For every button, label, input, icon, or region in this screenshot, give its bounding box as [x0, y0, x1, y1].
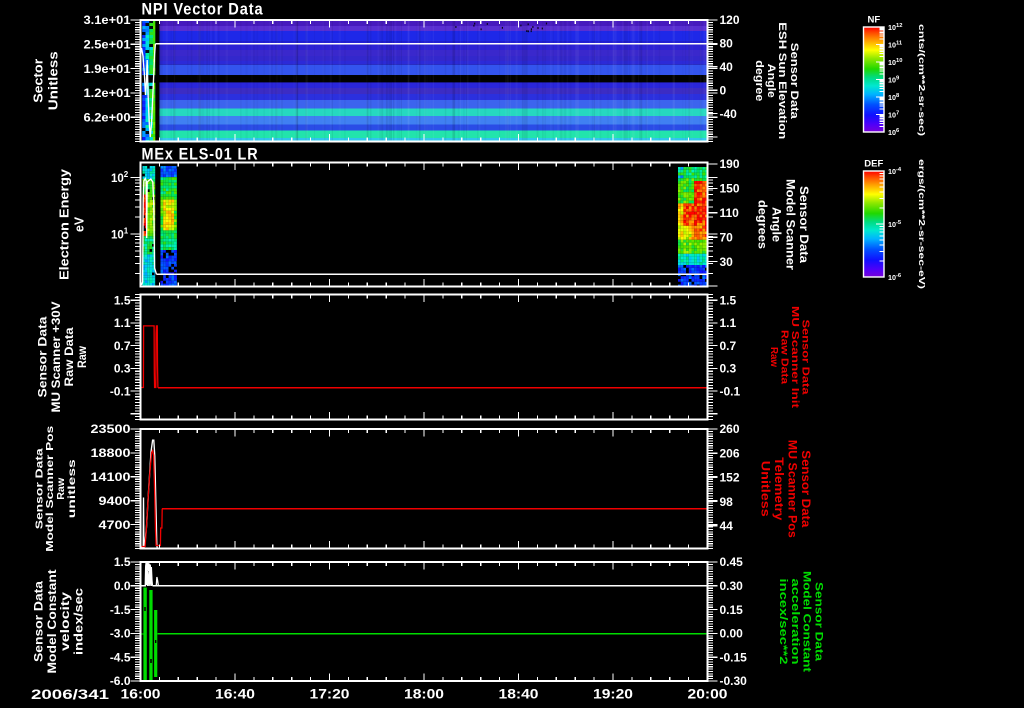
- svg-text:18800: 18800: [91, 446, 131, 460]
- svg-text:Telemetry: Telemetry: [772, 457, 784, 521]
- svg-text:14100: 14100: [91, 470, 131, 484]
- svg-text:2.5e+01: 2.5e+01: [84, 38, 131, 52]
- svg-text:110: 110: [720, 206, 740, 220]
- svg-text:-0.1: -0.1: [720, 384, 741, 398]
- svg-text:0.15: 0.15: [720, 603, 744, 617]
- svg-text:206: 206: [720, 446, 740, 460]
- svg-text:eV: eV: [73, 216, 87, 232]
- svg-text:0: 0: [720, 83, 727, 97]
- svg-text:40: 40: [720, 60, 734, 74]
- svg-text:MU Scanner +30V: MU Scanner +30V: [51, 301, 63, 412]
- svg-text:1.2e+01: 1.2e+01: [84, 86, 131, 100]
- svg-text:Model Scanner: Model Scanner: [783, 179, 795, 271]
- svg-text:260: 260: [720, 422, 740, 436]
- svg-text:1.1: 1.1: [114, 316, 131, 330]
- svg-text:-0.1: -0.1: [110, 384, 131, 398]
- svg-text:Sensor Data: Sensor Data: [788, 43, 800, 120]
- svg-text:-1.5: -1.5: [110, 603, 131, 617]
- svg-text:3.1e+01: 3.1e+01: [84, 13, 131, 27]
- svg-text:Electron Energy: Electron Energy: [58, 169, 72, 280]
- svg-text:1.5: 1.5: [114, 293, 131, 307]
- svg-text:152: 152: [720, 471, 740, 485]
- svg-text:18:00: 18:00: [404, 687, 444, 702]
- svg-text:98: 98: [720, 495, 734, 509]
- svg-text:19:20: 19:20: [593, 687, 633, 702]
- svg-text:1.9e+01: 1.9e+01: [84, 62, 131, 76]
- svg-text:0.30: 0.30: [720, 579, 744, 593]
- svg-text:Angle: Angle: [765, 64, 777, 98]
- svg-text:ergs/(cm**2-sr-sec-eV): ergs/(cm**2-sr-sec-eV): [917, 159, 926, 289]
- svg-text:degrees: degrees: [756, 200, 768, 249]
- svg-text:NF: NF: [867, 15, 880, 26]
- svg-text:6.2e+00: 6.2e+00: [84, 110, 131, 124]
- svg-text:-4.5: -4.5: [110, 650, 131, 664]
- svg-text:incex/sec**2: incex/sec**2: [777, 579, 789, 665]
- svg-text:DEF: DEF: [864, 159, 883, 170]
- svg-text:unitless: unitless: [66, 459, 78, 518]
- svg-text:0.3: 0.3: [720, 362, 737, 376]
- svg-text:acceleration: acceleration: [789, 579, 801, 665]
- svg-text:-3.0: -3.0: [110, 627, 131, 641]
- svg-text:Sensor Data: Sensor Data: [797, 186, 809, 264]
- svg-text:18:40: 18:40: [499, 687, 539, 702]
- svg-text:16:00: 16:00: [121, 687, 161, 702]
- svg-text:80: 80: [720, 37, 734, 51]
- svg-text:1.5: 1.5: [114, 555, 131, 569]
- svg-text:1.5: 1.5: [720, 293, 737, 307]
- svg-text:Raw: Raw: [77, 346, 89, 368]
- svg-text:4700: 4700: [99, 518, 131, 532]
- svg-text:-40: -40: [720, 107, 738, 121]
- svg-text:0.0: 0.0: [114, 579, 131, 593]
- svg-text:0.00: 0.00: [720, 627, 744, 641]
- svg-text:Sensor Data: Sensor Data: [38, 316, 50, 398]
- svg-text:190: 190: [720, 157, 740, 171]
- svg-text:Raw Data: Raw Data: [64, 327, 76, 387]
- svg-text:MEx ELS-01 LR: MEx ELS-01 LR: [142, 146, 259, 164]
- svg-text:44: 44: [720, 519, 734, 533]
- svg-text:9400: 9400: [99, 494, 131, 508]
- svg-text:120: 120: [720, 13, 740, 27]
- svg-text:NPI Vector Data: NPI Vector Data: [142, 1, 264, 19]
- svg-text:1.1: 1.1: [720, 316, 737, 330]
- svg-text:index/sec: index/sec: [73, 587, 85, 655]
- svg-text:Sensor Data: Sensor Data: [34, 580, 46, 662]
- svg-text:23500: 23500: [91, 422, 131, 436]
- svg-text:2006/341: 2006/341: [31, 687, 110, 702]
- svg-text:0.45: 0.45: [720, 555, 744, 569]
- svg-text:degree: degree: [753, 60, 765, 101]
- svg-text:30: 30: [720, 255, 734, 269]
- svg-text:16:40: 16:40: [215, 687, 255, 702]
- svg-text:Model Constant: Model Constant: [801, 571, 813, 672]
- svg-text:0.7: 0.7: [114, 339, 131, 353]
- svg-text:20:00: 20:00: [688, 687, 728, 702]
- svg-text:Raw: Raw: [768, 347, 780, 368]
- svg-text:Angle: Angle: [770, 207, 782, 242]
- svg-text:0.3: 0.3: [114, 362, 131, 376]
- svg-text:ESH Sun Elevation: ESH Sun Elevation: [776, 22, 788, 139]
- svg-text:150: 150: [720, 182, 740, 196]
- svg-text:Sensor Data: Sensor Data: [799, 450, 811, 528]
- svg-text:velocity: velocity: [60, 591, 72, 651]
- svg-text:Model Constant: Model Constant: [47, 569, 59, 673]
- svg-text:0.7: 0.7: [720, 339, 737, 353]
- svg-text:70: 70: [720, 230, 734, 244]
- svg-text:Sensor Data: Sensor Data: [813, 582, 825, 662]
- svg-text:Sector: Sector: [32, 59, 46, 103]
- svg-text:-0.15: -0.15: [720, 650, 748, 664]
- svg-text:Unitless: Unitless: [758, 461, 770, 517]
- svg-text:MU Scanner Pos: MU Scanner Pos: [786, 440, 798, 538]
- svg-text:cnts/(cm**2-sr-sec): cnts/(cm**2-sr-sec): [917, 24, 926, 136]
- svg-text:Unitless: Unitless: [47, 51, 61, 110]
- svg-text:17:20: 17:20: [310, 687, 350, 702]
